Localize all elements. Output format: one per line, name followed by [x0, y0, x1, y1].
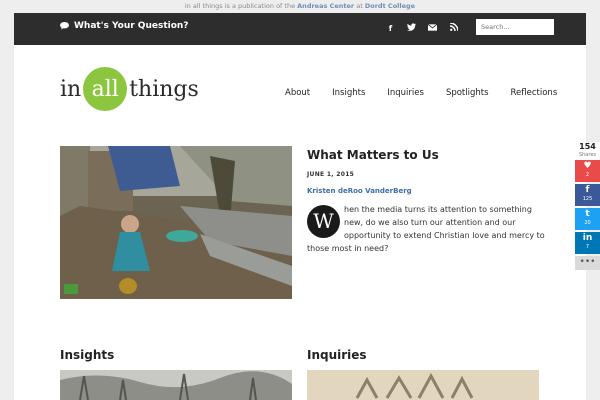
- main-nav: About Insights Inquiries Spotlights Refl…: [285, 88, 557, 98]
- facebook-count: 125: [582, 196, 593, 202]
- publication-prefix: in all things is a publication of the: [184, 2, 296, 10]
- facebook-share-icon: f: [585, 185, 590, 195]
- main-page: in all things About Insights Inquiries S…: [14, 45, 586, 400]
- nav-insights[interactable]: Insights: [332, 88, 365, 98]
- twitter-count: 20: [584, 220, 591, 226]
- logo-text-all: all: [83, 67, 128, 111]
- dropcap: W: [307, 205, 340, 238]
- article-author[interactable]: Kristen deRoo VanderBerg: [307, 187, 552, 195]
- dordt-college-link[interactable]: Dordt College: [365, 2, 415, 10]
- heart-icon: ♥: [583, 161, 592, 171]
- publication-note: in all things is a publication of the An…: [0, 0, 600, 13]
- insights-thumbnail[interactable]: [60, 370, 292, 400]
- search-input[interactable]: [476, 19, 554, 35]
- twitter-icon[interactable]: [405, 22, 418, 35]
- social-links: f: [384, 22, 460, 35]
- twitter-share-icon: t: [585, 209, 590, 219]
- top-bar: What's Your Question? f: [14, 13, 586, 45]
- question-label: What's Your Question?: [74, 21, 189, 31]
- share-facebook-button[interactable]: f 125: [575, 184, 600, 206]
- feature-article: What Matters to Us JUNE 1, 2015 Kristen …: [307, 148, 552, 255]
- nav-about[interactable]: About: [285, 88, 310, 98]
- share-sidebar: 154 Shares ♥ 2 f 125 t 20 in 7 •••: [575, 142, 600, 270]
- andreas-center-link[interactable]: Andreas Center: [297, 2, 354, 10]
- nav-reflections[interactable]: Reflections: [511, 88, 558, 98]
- article-excerpt: W hen the media turns its attention to s…: [307, 203, 552, 255]
- share-total-label: Shares: [578, 152, 597, 158]
- article-date: JUNE 1, 2015: [307, 171, 355, 178]
- nav-spotlights[interactable]: Spotlights: [446, 88, 489, 98]
- facebook-icon[interactable]: f: [384, 22, 397, 35]
- section-inquiries-heading[interactable]: Inquiries: [307, 348, 367, 362]
- share-total: 154 Shares: [575, 142, 600, 160]
- publication-at: at: [356, 2, 363, 10]
- linkedin-icon: in: [582, 233, 593, 243]
- email-icon[interactable]: [426, 22, 439, 35]
- site-logo[interactable]: in all things: [60, 67, 199, 111]
- rss-icon[interactable]: [447, 22, 460, 35]
- more-share-button[interactable]: •••: [575, 256, 600, 270]
- linkedin-count: 7: [585, 244, 590, 250]
- question-link[interactable]: What's Your Question?: [60, 21, 189, 31]
- share-heart-button[interactable]: ♥ 2: [575, 160, 600, 182]
- nav-inquiries[interactable]: Inquiries: [387, 88, 424, 98]
- share-linkedin-button[interactable]: in 7: [575, 232, 600, 254]
- section-insights-heading[interactable]: Insights: [60, 348, 114, 362]
- excerpt-text: hen the media turns its attention to som…: [307, 205, 545, 253]
- speech-bubble-icon: [60, 22, 69, 30]
- feature-image[interactable]: [60, 146, 292, 299]
- article-title[interactable]: What Matters to Us: [307, 148, 552, 162]
- logo-text-in: in: [60, 76, 82, 102]
- share-twitter-button[interactable]: t 20: [575, 208, 600, 230]
- share-total-count: 154: [579, 142, 596, 151]
- heart-count: 2: [585, 172, 590, 178]
- logo-text-things: things: [129, 76, 199, 102]
- inquiries-thumbnail[interactable]: [307, 370, 539, 400]
